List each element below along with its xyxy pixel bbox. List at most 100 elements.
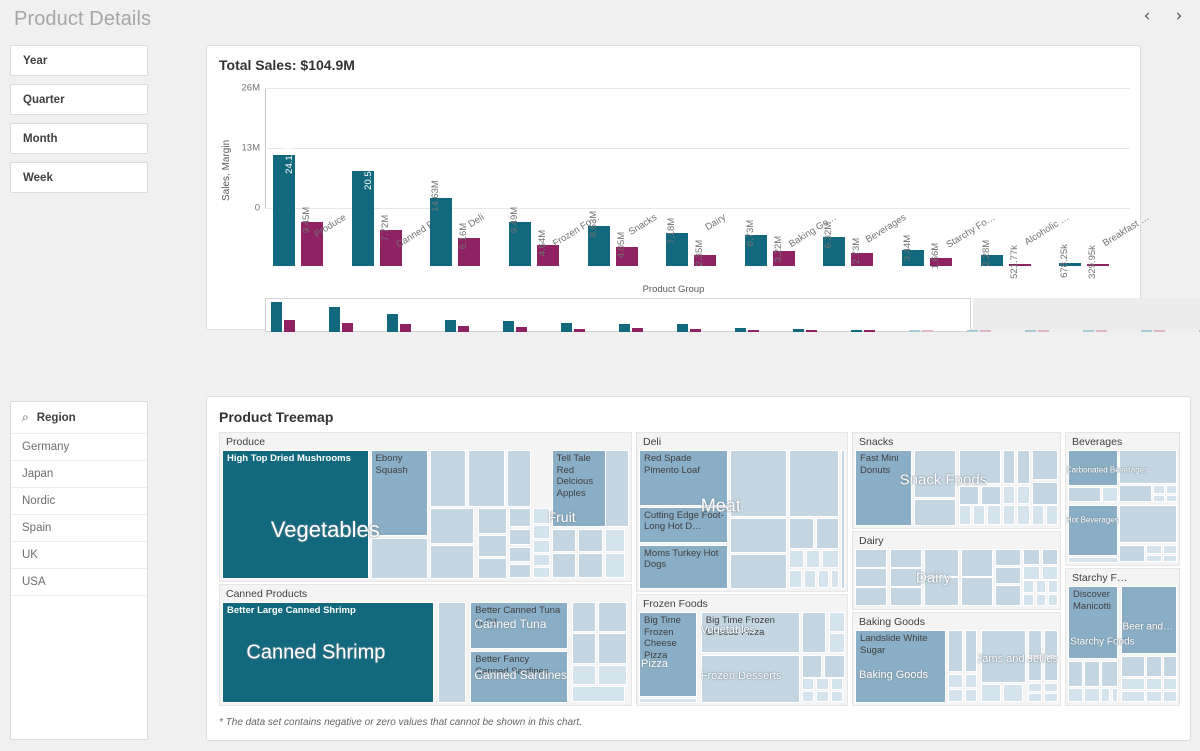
treemap-tile[interactable] — [1119, 544, 1146, 562]
treemap-tile[interactable] — [803, 569, 817, 588]
treemap-tile[interactable] — [822, 550, 839, 569]
treemap-tile[interactable] — [729, 554, 788, 589]
treemap-tile[interactable] — [801, 691, 815, 703]
treemap-tile[interactable] — [1068, 505, 1119, 557]
treemap-tile[interactable] — [1043, 682, 1058, 693]
treemap-tile[interactable] — [508, 563, 532, 578]
treemap-tile[interactable] — [828, 632, 845, 653]
treemap-tile[interactable] — [639, 697, 697, 703]
bar-group[interactable]: 7.18M 2.35M — [666, 146, 745, 266]
treemap-tile[interactable] — [1023, 580, 1034, 594]
treemap-tile[interactable] — [572, 602, 597, 633]
treemap-tile[interactable] — [478, 535, 507, 558]
scroll-track[interactable] — [973, 298, 1200, 332]
treemap-tile[interactable] — [1084, 687, 1100, 702]
treemap-tile[interactable] — [830, 691, 843, 703]
treemap-tile[interactable] — [1027, 692, 1042, 703]
treemap-tile[interactable] — [830, 678, 843, 691]
treemap-tile[interactable] — [604, 553, 625, 578]
bar-margin[interactable]: 6.16M — [458, 222, 481, 266]
bar-sales[interactable]: 8.63M — [587, 211, 610, 266]
treemap-tile[interactable]: Moms Turkey Hot Dogs — [639, 544, 728, 589]
bar-sales[interactable]: 678.25k — [1059, 244, 1082, 278]
treemap-tile[interactable] — [1027, 682, 1042, 693]
bar-sales[interactable]: 6.32M — [823, 222, 846, 266]
bar-sales[interactable]: 24.16M — [273, 142, 295, 266]
search-icon[interactable]: ⌕ — [22, 410, 29, 425]
treemap-tile[interactable] — [478, 508, 507, 534]
treemap-tile[interactable] — [1003, 684, 1024, 703]
treemap-tile[interactable] — [1031, 505, 1044, 526]
treemap-tile[interactable] — [789, 450, 839, 517]
treemap-tile[interactable] — [598, 664, 627, 685]
bar-group[interactable]: 2.28M 521.77k — [980, 146, 1060, 279]
treemap-tile[interactable] — [830, 569, 839, 588]
bar-margin[interactable]: 2.35M — [694, 240, 717, 266]
treemap-group[interactable]: Baking Goods Landslide White Sugar Baking … — [852, 612, 1061, 706]
treemap-tile[interactable] — [995, 549, 1022, 567]
treemap-tile[interactable] — [508, 528, 532, 546]
bar-group[interactable]: 3.44M 1.66M — [902, 146, 981, 270]
treemap-tile[interactable]: Discover Manicotti — [1068, 586, 1119, 659]
treemap-tile[interactable] — [1035, 593, 1046, 607]
treemap-tile[interactable] — [824, 654, 845, 678]
treemap-tile[interactable] — [1023, 593, 1034, 607]
treemap-tile[interactable] — [1162, 555, 1177, 562]
bar-sales[interactable]: 6.73M — [744, 220, 767, 266]
treemap-tile[interactable] — [995, 584, 1022, 607]
treemap-tile[interactable] — [855, 568, 888, 587]
bar-group[interactable]: 9.49M 4.64M — [508, 146, 588, 266]
treemap-tile[interactable] — [1003, 450, 1016, 485]
bar-sales[interactable]: 7.18M — [666, 218, 689, 266]
treemap-tile[interactable] — [1153, 485, 1165, 495]
treemap-tile[interactable] — [1146, 678, 1162, 691]
treemap-tile[interactable] — [1084, 660, 1100, 687]
treemap-tile[interactable] — [1146, 544, 1162, 554]
treemap-tile[interactable] — [437, 602, 467, 703]
treemap-tile[interactable] — [964, 673, 977, 689]
treemap-tile[interactable] — [789, 550, 804, 569]
bar-sales[interactable]: 3.44M — [902, 235, 925, 266]
treemap-tile[interactable] — [578, 528, 603, 552]
bar-margin[interactable]: 329.95k — [1087, 245, 1110, 279]
bar-group[interactable]: 8.63M 4.05M — [587, 146, 667, 266]
treemap-tile[interactable] — [1162, 678, 1177, 691]
treemap-tile[interactable] — [818, 569, 829, 588]
treemap-tile[interactable]: Big Time Frozen Cheese Pizza — [639, 612, 697, 697]
treemap-tile[interactable] — [729, 518, 788, 553]
treemap-tile[interactable] — [913, 499, 957, 526]
treemap-group[interactable]: Deli Red Spade Pimento Loaf Cutting Edge F… — [636, 432, 848, 592]
treemap-tile[interactable] — [816, 691, 829, 703]
treemap-tile[interactable]: Better Large Canned Shrimp — [222, 602, 434, 703]
bar-margin[interactable]: 2.73M — [851, 238, 874, 266]
treemap-tile[interactable] — [1043, 657, 1058, 682]
treemap-tile[interactable] — [1017, 485, 1030, 504]
treemap-tile[interactable]: Big Time Frozen Cheese Pizza — [700, 612, 800, 653]
treemap-tile[interactable] — [1162, 691, 1177, 702]
treemap-tile[interactable] — [1119, 485, 1152, 502]
treemap-tile[interactable]: Red Spade Pimento Loaf — [639, 450, 728, 506]
treemap-tile[interactable] — [801, 678, 815, 691]
treemap-group[interactable]: Starchy F… Discover Manicotti Starchy Food… — [1065, 568, 1180, 706]
treemap-tile[interactable] — [789, 569, 802, 588]
treemap-tile[interactable] — [551, 528, 577, 552]
treemap-group[interactable]: Produce High Top Dried Mushrooms Ebony Squ… — [219, 432, 632, 582]
scroll-window-handle[interactable] — [265, 298, 971, 332]
treemap-tile[interactable] — [1045, 505, 1058, 526]
treemap-tile[interactable] — [572, 664, 597, 685]
treemap-tile[interactable]: Landslide White Sugar — [855, 630, 947, 703]
chart-scroll-strip[interactable] — [265, 298, 1200, 332]
bar-group[interactable]: 6.32M 2.73M — [823, 146, 902, 266]
treemap-tile[interactable] — [551, 553, 577, 578]
treemap-tile[interactable] — [429, 545, 475, 579]
treemap-tile[interactable] — [995, 566, 1022, 585]
treemap-tile[interactable] — [964, 630, 977, 673]
treemap-tile[interactable] — [429, 508, 475, 545]
treemap-tile[interactable] — [533, 524, 550, 539]
filter-button-month[interactable]: Month — [10, 123, 148, 154]
treemap-tile[interactable] — [958, 505, 971, 526]
treemap-tile[interactable]: Tell Tale Red Delcious Apples — [551, 450, 609, 528]
treemap-tile[interactable] — [572, 633, 597, 664]
treemap-tile[interactable] — [980, 630, 1026, 683]
filter-button-year[interactable]: Year — [10, 45, 148, 76]
